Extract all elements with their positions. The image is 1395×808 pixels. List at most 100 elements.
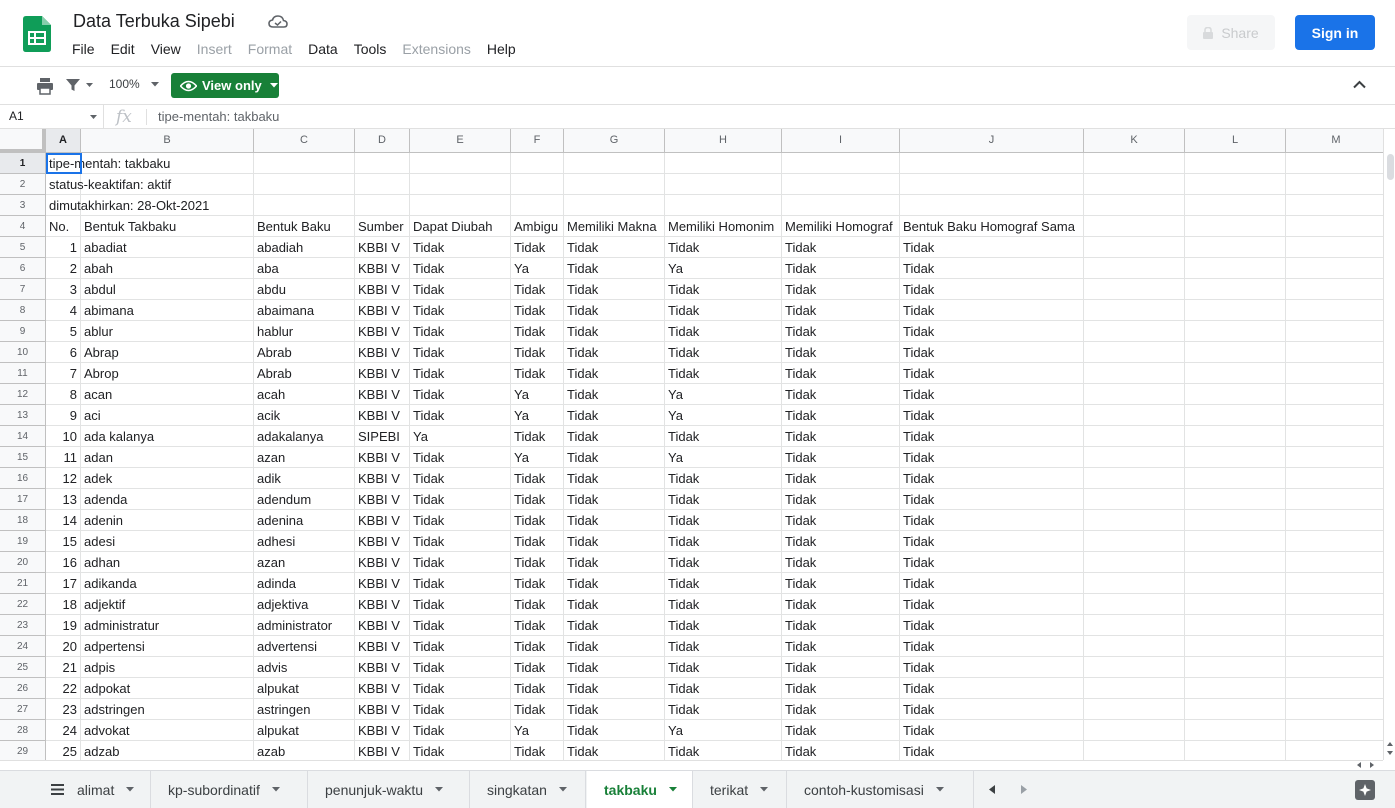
cell-b5[interactable]: abadiat (81, 237, 254, 258)
cell-e5[interactable]: Tidak (410, 237, 511, 258)
name-box-dropdown-icon[interactable] (90, 115, 97, 119)
cell-i14[interactable]: Tidak (782, 426, 900, 447)
cell-grid[interactable]: ABCDEFGHIJKLM 1 tipe-mentah: takbaku 2 stat… (0, 129, 1383, 760)
cell-c28[interactable]: alpukat (254, 720, 355, 741)
cell-c21[interactable]: adinda (254, 573, 355, 594)
cell-l18[interactable] (1185, 510, 1286, 531)
column-header-g[interactable]: G (564, 129, 665, 152)
sheet-tab-terikat[interactable]: terikat (693, 771, 787, 808)
cell-l14[interactable] (1185, 426, 1286, 447)
cell-b10[interactable]: Abrap (81, 342, 254, 363)
cell-e9[interactable]: Tidak (410, 321, 511, 342)
row-header[interactable]: 26 (0, 678, 46, 699)
cell-a20[interactable]: 16 (46, 552, 81, 573)
cell-m18[interactable] (1286, 510, 1383, 531)
cell-k29[interactable] (1084, 741, 1185, 760)
cell-k19[interactable] (1084, 531, 1185, 552)
cell-i19[interactable]: Tidak (782, 531, 900, 552)
cell-c14[interactable]: adakalanya (254, 426, 355, 447)
cell-e28[interactable]: Tidak (410, 720, 511, 741)
cell-g6[interactable]: Tidak (564, 258, 665, 279)
cell-h28[interactable]: Ya (665, 720, 782, 741)
cell-b9[interactable]: ablur (81, 321, 254, 342)
cell-m20[interactable] (1286, 552, 1383, 573)
cell-b17[interactable]: adenda (81, 489, 254, 510)
select-all-corner[interactable] (0, 129, 46, 153)
cell-i4[interactable]: Memiliki Homograf (782, 216, 900, 237)
cell-f9[interactable]: Tidak (511, 321, 564, 342)
cell-m28[interactable] (1286, 720, 1383, 741)
cell-l25[interactable] (1185, 657, 1286, 678)
cell-g5[interactable]: Tidak (564, 237, 665, 258)
column-header-j[interactable]: J (900, 129, 1084, 152)
cell-l8[interactable] (1185, 300, 1286, 321)
cell-m2[interactable] (1286, 174, 1383, 195)
cell-d5[interactable]: KBBI V (355, 237, 410, 258)
sheet-tab-singkatan[interactable]: singkatan (470, 771, 586, 808)
cell-h11[interactable]: Tidak (665, 363, 782, 384)
cell-d2[interactable] (355, 174, 410, 195)
cell-c5[interactable]: abadiah (254, 237, 355, 258)
cell-g2[interactable] (564, 174, 665, 195)
cell-d12[interactable]: KBBI V (355, 384, 410, 405)
sheet-tab-menu-icon[interactable] (668, 787, 677, 792)
column-header-k[interactable]: K (1084, 129, 1185, 152)
menu-extensions[interactable]: Extensions (394, 40, 478, 60)
cell-e1[interactable] (410, 153, 511, 174)
cell-g22[interactable]: Tidak (564, 594, 665, 615)
cell-a19[interactable]: 15 (46, 531, 81, 552)
cell-l17[interactable] (1185, 489, 1286, 510)
cell-f2[interactable] (511, 174, 564, 195)
cell-c17[interactable]: adendum (254, 489, 355, 510)
cell-d13[interactable]: KBBI V (355, 405, 410, 426)
menu-tools[interactable]: Tools (346, 40, 395, 60)
row-header[interactable]: 25 (0, 657, 46, 678)
cell-k14[interactable] (1084, 426, 1185, 447)
cell-h19[interactable]: Tidak (665, 531, 782, 552)
cell-k20[interactable] (1084, 552, 1185, 573)
cell-g23[interactable]: Tidak (564, 615, 665, 636)
cell-d21[interactable]: KBBI V (355, 573, 410, 594)
cell-i20[interactable]: Tidak (782, 552, 900, 573)
cell-a27[interactable]: 23 (46, 699, 81, 720)
cell-k18[interactable] (1084, 510, 1185, 531)
cell-m27[interactable] (1286, 699, 1383, 720)
cell-m24[interactable] (1286, 636, 1383, 657)
cell-h16[interactable]: Tidak (665, 468, 782, 489)
sheet-tab-kp-subordinatif[interactable]: kp-subordinatif (151, 771, 308, 808)
cell-k13[interactable] (1084, 405, 1185, 426)
row-header[interactable]: 9 (0, 321, 46, 342)
cell-l26[interactable] (1185, 678, 1286, 699)
cell-a1[interactable]: tipe-mentah: takbaku (46, 153, 170, 174)
row-header[interactable]: 29 (0, 741, 46, 760)
cell-g16[interactable]: Tidak (564, 468, 665, 489)
cell-h23[interactable]: Tidak (665, 615, 782, 636)
cell-b18[interactable]: adenin (81, 510, 254, 531)
cell-f21[interactable]: Tidak (511, 573, 564, 594)
filter-dropdown-icon[interactable] (86, 83, 93, 88)
cell-m22[interactable] (1286, 594, 1383, 615)
row-header[interactable]: 17 (0, 489, 46, 510)
cell-m16[interactable] (1286, 468, 1383, 489)
cell-f8[interactable]: Tidak (511, 300, 564, 321)
column-header-l[interactable]: L (1185, 129, 1286, 152)
cell-d3[interactable] (355, 195, 410, 216)
horizontal-scrollbar[interactable] (0, 760, 1383, 770)
cell-i9[interactable]: Tidak (782, 321, 900, 342)
cell-j17[interactable]: Tidak (900, 489, 1084, 510)
cell-f20[interactable]: Tidak (511, 552, 564, 573)
row-header[interactable]: 3 (0, 195, 46, 216)
cell-i26[interactable]: Tidak (782, 678, 900, 699)
cell-a8[interactable]: 4 (46, 300, 81, 321)
cell-f11[interactable]: Tidak (511, 363, 564, 384)
cell-h10[interactable]: Tidak (665, 342, 782, 363)
cell-i5[interactable]: Tidak (782, 237, 900, 258)
cell-f19[interactable]: Tidak (511, 531, 564, 552)
row-header[interactable]: 6 (0, 258, 46, 279)
cell-i11[interactable]: Tidak (782, 363, 900, 384)
cell-b11[interactable]: Abrop (81, 363, 254, 384)
view-only-button[interactable]: View only (171, 73, 279, 98)
cell-j12[interactable]: Tidak (900, 384, 1084, 405)
cell-c1[interactable] (254, 153, 355, 174)
column-header-m[interactable]: M (1286, 129, 1383, 152)
